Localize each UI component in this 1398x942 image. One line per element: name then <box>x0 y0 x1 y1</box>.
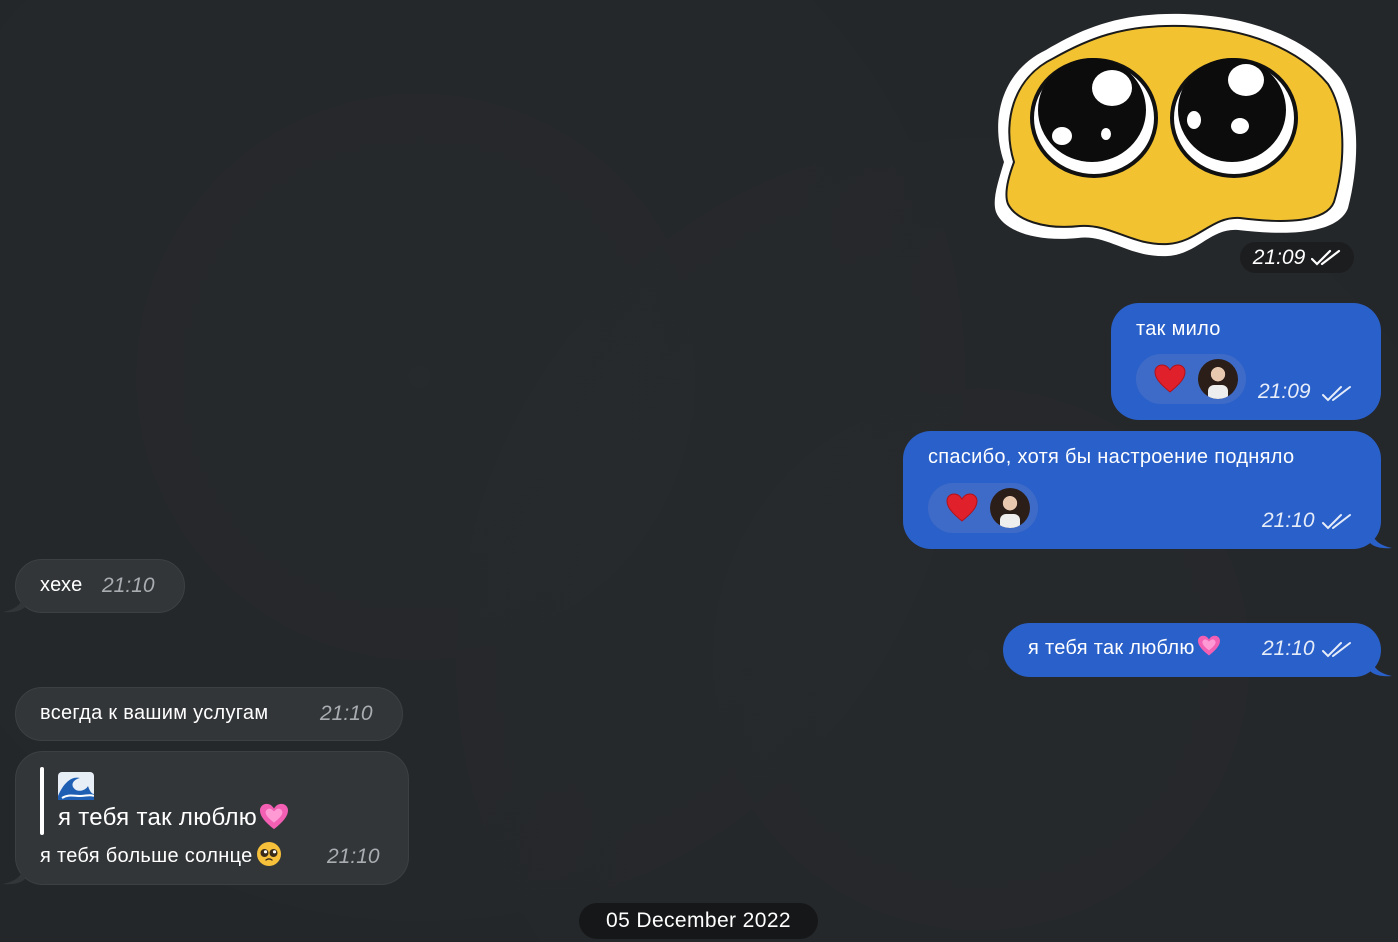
pleading-face-sticker-icon <box>994 13 1357 257</box>
growing-heart-icon <box>1197 635 1220 656</box>
double-check-icon <box>1322 386 1351 402</box>
message-text: я тебя так люблю <box>1028 635 1221 660</box>
growing-heart-icon <box>260 803 289 829</box>
reaction-chip[interactable] <box>928 483 1038 533</box>
message-text: спасибо, хотя бы настроение подняло <box>928 446 1295 468</box>
incoming-message-bubble[interactable]: хехе 21:10 <box>15 559 185 613</box>
message-text-content: я тебя больше солнце <box>40 845 253 867</box>
sticker-time-pill: 21:09 <box>1240 242 1354 273</box>
chat-view: 21:09 так мило 21:09 спасибо, хотя бы на… <box>0 0 1398 942</box>
pleading-face-icon <box>256 841 281 866</box>
message-time: 21:10 <box>1262 637 1315 660</box>
bubble-tail <box>3 591 25 613</box>
message-text: всегда к вашим услугам <box>40 702 269 724</box>
message-text: хехе <box>40 574 83 596</box>
quote-bar <box>40 767 44 835</box>
double-check-icon <box>1322 642 1351 658</box>
avatar <box>1198 359 1238 399</box>
sticker-message[interactable] <box>988 12 1360 257</box>
message-time: 21:10 <box>102 574 155 597</box>
incoming-message-bubble[interactable]: всегда к вашим услугам 21:10 <box>15 687 403 741</box>
double-check-icon <box>1322 514 1351 530</box>
red-heart-icon <box>1154 364 1186 393</box>
message-time: 21:09 <box>1252 245 1306 269</box>
message-text: я тебя больше солнце <box>40 841 282 868</box>
quote-text: я тебя так люблю <box>58 803 289 832</box>
date-separator: 05 December 2022 <box>579 903 818 939</box>
message-time: 21:09 <box>1258 380 1311 403</box>
reaction-chip[interactable] <box>1136 354 1246 404</box>
avatar <box>990 488 1030 528</box>
bubble-tail <box>3 863 25 885</box>
bubble-tail <box>1370 527 1392 549</box>
double-check-icon <box>1311 249 1341 266</box>
quote-text-content: я тебя так люблю <box>58 804 258 831</box>
date-label: 05 December 2022 <box>605 909 791 932</box>
message-time: 21:10 <box>320 702 373 725</box>
message-text-content: я тебя так люблю <box>1028 637 1195 659</box>
message-time: 21:10 <box>1262 509 1315 532</box>
outgoing-message-bubble[interactable]: спасибо, хотя бы настроение подняло 21:1… <box>903 431 1381 549</box>
water-wave-icon <box>58 772 94 800</box>
message-time: 21:10 <box>327 845 380 868</box>
outgoing-message-bubble[interactable]: так мило 21:09 <box>1111 303 1381 420</box>
outgoing-message-bubble[interactable]: я тебя так люблю 21:10 <box>1003 623 1381 677</box>
bubble-tail <box>1370 655 1392 677</box>
message-text: так мило <box>1136 318 1221 340</box>
incoming-message-bubble[interactable]: я тебя так люблю я тебя больше солнце 21… <box>15 751 409 885</box>
red-heart-icon <box>946 493 978 522</box>
